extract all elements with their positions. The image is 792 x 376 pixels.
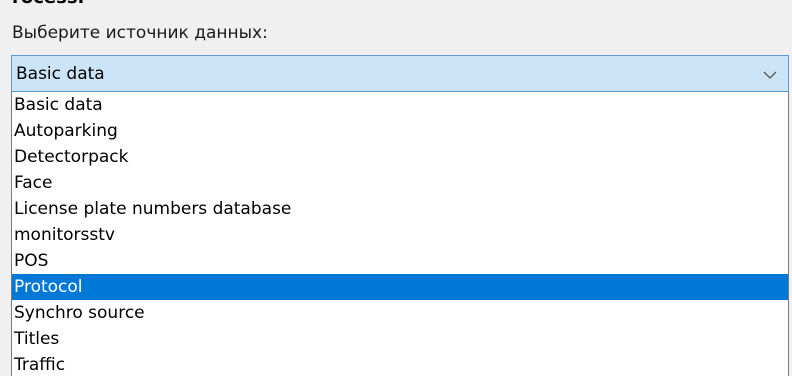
option-traffic[interactable]: Traffic: [12, 352, 788, 376]
option-basic-data[interactable]: Basic data: [12, 92, 788, 118]
option-license-plate-numbers-database[interactable]: License plate numbers database: [12, 196, 788, 222]
option-detectorpack[interactable]: Detectorpack: [12, 144, 788, 170]
option-titles[interactable]: Titles: [12, 326, 788, 352]
data-source-combobox[interactable]: Basic data: [11, 55, 789, 92]
cut-off-heading: rocess.: [12, 0, 84, 8]
option-autoparking[interactable]: Autoparking: [12, 118, 788, 144]
option-face[interactable]: Face: [12, 170, 788, 196]
option-pos[interactable]: POS: [12, 248, 788, 274]
option-synchro-source[interactable]: Synchro source: [12, 300, 788, 326]
chevron-down-icon[interactable]: [762, 67, 778, 81]
option-protocol[interactable]: Protocol: [12, 274, 788, 300]
data-source-dropdown-list[interactable]: Basic data Autoparking Detectorpack Face…: [11, 92, 789, 376]
combobox-selected-value: Basic data: [16, 64, 105, 84]
data-source-prompt-label: Выберите источник данных:: [12, 23, 268, 43]
option-monitorsstv[interactable]: monitorsstv: [12, 222, 788, 248]
data-source-dialog: rocess. Выберите источник данных: Basic …: [0, 0, 792, 376]
